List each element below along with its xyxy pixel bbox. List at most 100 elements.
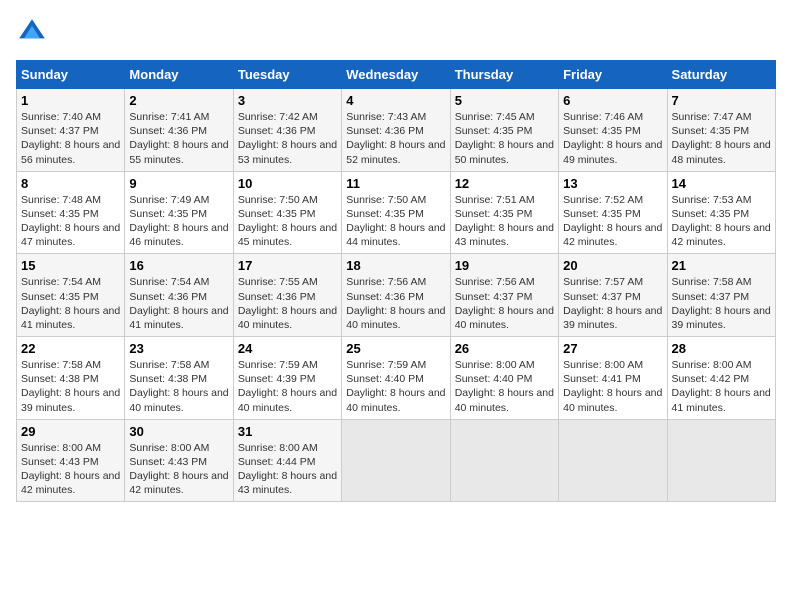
day-number: 29 [21, 424, 120, 439]
day-number: 13 [563, 176, 662, 191]
day-number: 10 [238, 176, 337, 191]
calendar-cell: 25 Sunrise: 7:59 AMSunset: 4:40 PMDaylig… [342, 337, 450, 420]
day-number: 2 [129, 93, 228, 108]
cell-info: Sunrise: 7:50 AMSunset: 4:35 PMDaylight:… [346, 194, 445, 249]
cell-info: Sunrise: 7:57 AMSunset: 4:37 PMDaylight:… [563, 276, 662, 331]
cell-info: Sunrise: 8:00 AMSunset: 4:40 PMDaylight:… [455, 359, 554, 414]
calendar-cell: 29 Sunrise: 8:00 AMSunset: 4:43 PMDaylig… [17, 419, 125, 502]
cell-info: Sunrise: 8:00 AMSunset: 4:44 PMDaylight:… [238, 442, 337, 497]
cell-info: Sunrise: 7:48 AMSunset: 4:35 PMDaylight:… [21, 194, 120, 249]
cell-info: Sunrise: 7:50 AMSunset: 4:35 PMDaylight:… [238, 194, 337, 249]
calendar-cell [450, 419, 558, 502]
calendar-row: 8 Sunrise: 7:48 AMSunset: 4:35 PMDayligh… [17, 171, 776, 254]
calendar-cell: 12 Sunrise: 7:51 AMSunset: 4:35 PMDaylig… [450, 171, 558, 254]
cell-info: Sunrise: 7:40 AMSunset: 4:37 PMDaylight:… [21, 111, 120, 166]
day-number: 19 [455, 258, 554, 273]
calendar-header-cell: Monday [125, 61, 233, 89]
day-number: 23 [129, 341, 228, 356]
cell-info: Sunrise: 7:52 AMSunset: 4:35 PMDaylight:… [563, 194, 662, 249]
calendar-header-cell: Sunday [17, 61, 125, 89]
day-number: 12 [455, 176, 554, 191]
calendar-cell [667, 419, 775, 502]
cell-info: Sunrise: 7:58 AMSunset: 4:38 PMDaylight:… [129, 359, 228, 414]
day-number: 1 [21, 93, 120, 108]
cell-info: Sunrise: 8:00 AMSunset: 4:43 PMDaylight:… [129, 442, 228, 497]
cell-info: Sunrise: 7:54 AMSunset: 4:36 PMDaylight:… [129, 276, 228, 331]
day-number: 21 [672, 258, 771, 273]
calendar-cell: 1 Sunrise: 7:40 AMSunset: 4:37 PMDayligh… [17, 89, 125, 172]
calendar-cell: 14 Sunrise: 7:53 AMSunset: 4:35 PMDaylig… [667, 171, 775, 254]
day-number: 14 [672, 176, 771, 191]
day-number: 16 [129, 258, 228, 273]
calendar-cell: 3 Sunrise: 7:42 AMSunset: 4:36 PMDayligh… [233, 89, 341, 172]
cell-info: Sunrise: 7:54 AMSunset: 4:35 PMDaylight:… [21, 276, 120, 331]
calendar-cell: 11 Sunrise: 7:50 AMSunset: 4:35 PMDaylig… [342, 171, 450, 254]
day-number: 4 [346, 93, 445, 108]
calendar-cell: 10 Sunrise: 7:50 AMSunset: 4:35 PMDaylig… [233, 171, 341, 254]
day-number: 3 [238, 93, 337, 108]
cell-info: Sunrise: 7:58 AMSunset: 4:37 PMDaylight:… [672, 276, 771, 331]
day-number: 6 [563, 93, 662, 108]
calendar-cell: 19 Sunrise: 7:56 AMSunset: 4:37 PMDaylig… [450, 254, 558, 337]
calendar-header-cell: Thursday [450, 61, 558, 89]
cell-info: Sunrise: 7:59 AMSunset: 4:40 PMDaylight:… [346, 359, 445, 414]
day-number: 11 [346, 176, 445, 191]
calendar-cell: 9 Sunrise: 7:49 AMSunset: 4:35 PMDayligh… [125, 171, 233, 254]
day-number: 26 [455, 341, 554, 356]
calendar-table: SundayMondayTuesdayWednesdayThursdayFrid… [16, 60, 776, 502]
calendar-header-cell: Tuesday [233, 61, 341, 89]
day-number: 24 [238, 341, 337, 356]
cell-info: Sunrise: 7:46 AMSunset: 4:35 PMDaylight:… [563, 111, 662, 166]
calendar-cell: 7 Sunrise: 7:47 AMSunset: 4:35 PMDayligh… [667, 89, 775, 172]
calendar-cell: 17 Sunrise: 7:55 AMSunset: 4:36 PMDaylig… [233, 254, 341, 337]
calendar-cell: 23 Sunrise: 7:58 AMSunset: 4:38 PMDaylig… [125, 337, 233, 420]
calendar-cell: 6 Sunrise: 7:46 AMSunset: 4:35 PMDayligh… [559, 89, 667, 172]
calendar-cell: 21 Sunrise: 7:58 AMSunset: 4:37 PMDaylig… [667, 254, 775, 337]
calendar-cell: 4 Sunrise: 7:43 AMSunset: 4:36 PMDayligh… [342, 89, 450, 172]
calendar-cell: 30 Sunrise: 8:00 AMSunset: 4:43 PMDaylig… [125, 419, 233, 502]
header [16, 16, 776, 48]
cell-info: Sunrise: 8:00 AMSunset: 4:42 PMDaylight:… [672, 359, 771, 414]
calendar-header-cell: Saturday [667, 61, 775, 89]
day-number: 20 [563, 258, 662, 273]
cell-info: Sunrise: 8:00 AMSunset: 4:43 PMDaylight:… [21, 442, 120, 497]
calendar-header-row: SundayMondayTuesdayWednesdayThursdayFrid… [17, 61, 776, 89]
calendar-header-cell: Friday [559, 61, 667, 89]
calendar-cell: 2 Sunrise: 7:41 AMSunset: 4:36 PMDayligh… [125, 89, 233, 172]
calendar-cell [559, 419, 667, 502]
logo-icon [16, 16, 48, 48]
calendar-row: 15 Sunrise: 7:54 AMSunset: 4:35 PMDaylig… [17, 254, 776, 337]
calendar-cell: 22 Sunrise: 7:58 AMSunset: 4:38 PMDaylig… [17, 337, 125, 420]
calendar-cell: 27 Sunrise: 8:00 AMSunset: 4:41 PMDaylig… [559, 337, 667, 420]
calendar-cell: 20 Sunrise: 7:57 AMSunset: 4:37 PMDaylig… [559, 254, 667, 337]
calendar-row: 22 Sunrise: 7:58 AMSunset: 4:38 PMDaylig… [17, 337, 776, 420]
calendar-cell: 31 Sunrise: 8:00 AMSunset: 4:44 PMDaylig… [233, 419, 341, 502]
calendar-cell: 18 Sunrise: 7:56 AMSunset: 4:36 PMDaylig… [342, 254, 450, 337]
cell-info: Sunrise: 7:56 AMSunset: 4:37 PMDaylight:… [455, 276, 554, 331]
cell-info: Sunrise: 7:41 AMSunset: 4:36 PMDaylight:… [129, 111, 228, 166]
day-number: 15 [21, 258, 120, 273]
day-number: 18 [346, 258, 445, 273]
cell-info: Sunrise: 7:45 AMSunset: 4:35 PMDaylight:… [455, 111, 554, 166]
calendar-cell: 26 Sunrise: 8:00 AMSunset: 4:40 PMDaylig… [450, 337, 558, 420]
day-number: 25 [346, 341, 445, 356]
cell-info: Sunrise: 7:56 AMSunset: 4:36 PMDaylight:… [346, 276, 445, 331]
calendar-row: 29 Sunrise: 8:00 AMSunset: 4:43 PMDaylig… [17, 419, 776, 502]
logo [16, 16, 52, 48]
cell-info: Sunrise: 8:00 AMSunset: 4:41 PMDaylight:… [563, 359, 662, 414]
calendar-cell: 16 Sunrise: 7:54 AMSunset: 4:36 PMDaylig… [125, 254, 233, 337]
day-number: 28 [672, 341, 771, 356]
cell-info: Sunrise: 7:42 AMSunset: 4:36 PMDaylight:… [238, 111, 337, 166]
cell-info: Sunrise: 7:58 AMSunset: 4:38 PMDaylight:… [21, 359, 120, 414]
day-number: 17 [238, 258, 337, 273]
calendar-header-cell: Wednesday [342, 61, 450, 89]
calendar-row: 1 Sunrise: 7:40 AMSunset: 4:37 PMDayligh… [17, 89, 776, 172]
calendar-cell: 15 Sunrise: 7:54 AMSunset: 4:35 PMDaylig… [17, 254, 125, 337]
calendar-cell: 8 Sunrise: 7:48 AMSunset: 4:35 PMDayligh… [17, 171, 125, 254]
day-number: 7 [672, 93, 771, 108]
calendar-cell [342, 419, 450, 502]
calendar-body: 1 Sunrise: 7:40 AMSunset: 4:37 PMDayligh… [17, 89, 776, 502]
day-number: 5 [455, 93, 554, 108]
calendar-cell: 5 Sunrise: 7:45 AMSunset: 4:35 PMDayligh… [450, 89, 558, 172]
cell-info: Sunrise: 7:43 AMSunset: 4:36 PMDaylight:… [346, 111, 445, 166]
